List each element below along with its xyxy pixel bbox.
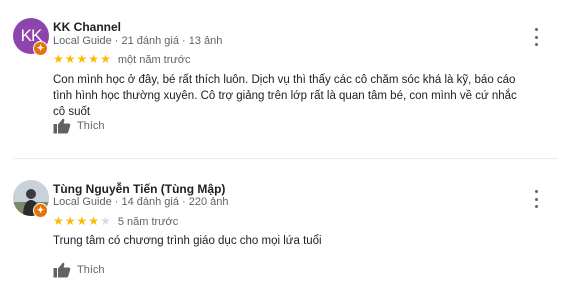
like-button[interactable]: Thích xyxy=(53,118,105,134)
thumbs-up-icon xyxy=(53,262,71,278)
thumbs-up-icon xyxy=(53,118,71,134)
more-options-icon[interactable] xyxy=(530,28,542,46)
star-icon: ★ xyxy=(53,214,65,228)
star-icon: ★ xyxy=(88,52,101,66)
star-icon: ★ xyxy=(76,214,89,228)
divider xyxy=(13,158,558,159)
local-guide-badge-icon: ✦ xyxy=(33,203,48,218)
like-label: Thích xyxy=(77,120,105,132)
star-icon: ★ xyxy=(53,52,65,66)
like-button[interactable]: Thích xyxy=(53,262,105,278)
star-empty-icon: ★ xyxy=(100,214,112,228)
local-guide-badge-icon: ✦ xyxy=(33,41,48,56)
star-icon: ★ xyxy=(88,214,101,228)
reviewer-name[interactable]: KK Channel xyxy=(53,20,121,34)
star-icon: ★ xyxy=(100,52,112,66)
like-label: Thích xyxy=(77,264,105,276)
rating-row: ★★★★★ một năm trước xyxy=(53,52,190,66)
star-icon: ★ xyxy=(64,214,77,228)
review-text: Con mình học ở đây, bé rất thích luôn. D… xyxy=(53,74,517,118)
star-icon: ★ xyxy=(76,52,89,66)
star-icon: ★ xyxy=(64,52,77,66)
reviewer-meta: Local Guide · 14 đánh giá · 220 ảnh xyxy=(53,196,229,208)
reviewer-name[interactable]: Tùng Nguyễn Tiến (Tùng Mập) xyxy=(53,182,225,196)
review-date: một năm trước xyxy=(117,54,191,66)
rating-row: ★★★★★ 5 năm trước xyxy=(53,214,178,228)
review-date: 5 năm trước xyxy=(117,216,179,228)
more-options-icon[interactable] xyxy=(530,190,542,208)
reviewer-meta: Local Guide · 21 đánh giá · 13 ảnh xyxy=(53,35,223,47)
review-text: Trung tâm có chương trình giáo dục cho m… xyxy=(53,235,322,247)
